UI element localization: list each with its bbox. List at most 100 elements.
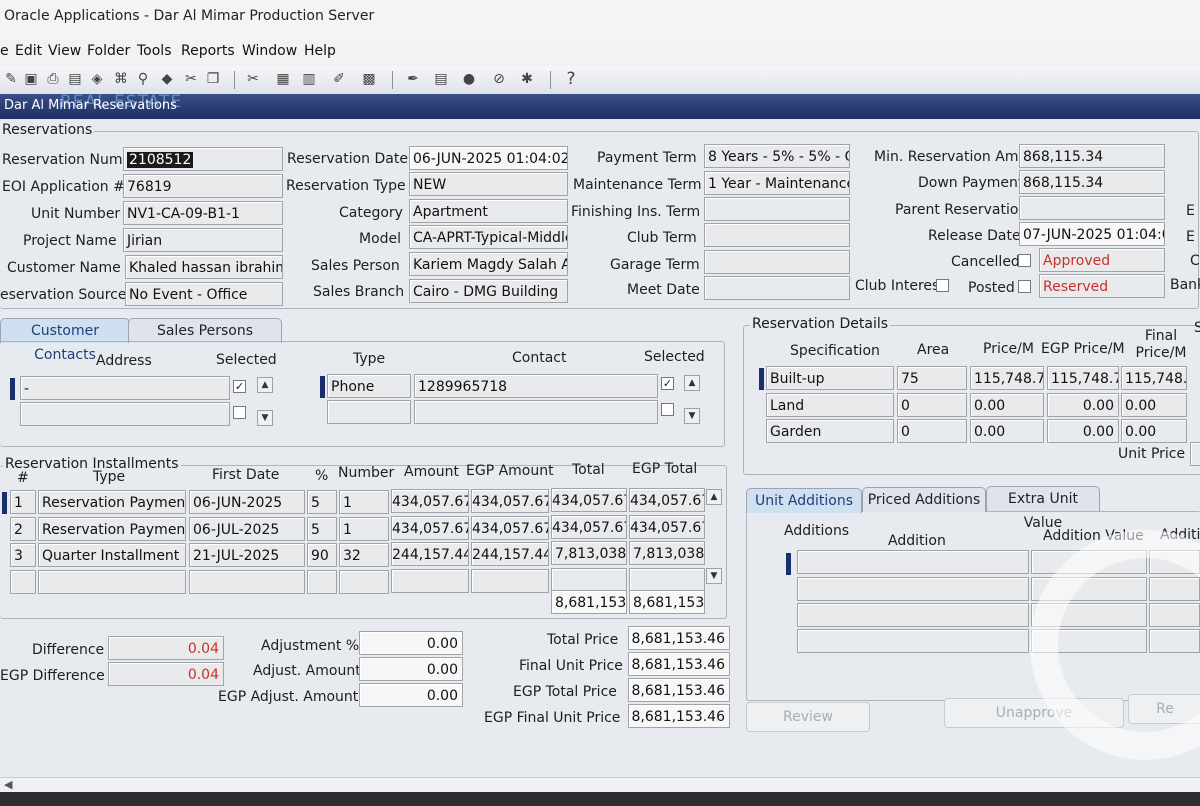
price-per-m-field[interactable]: 115,748.71 (970, 366, 1044, 390)
menu-reports[interactable]: Reports (181, 43, 235, 59)
translate-icon[interactable]: ⌘ (112, 71, 130, 88)
scroll-down-icon[interactable]: ▼ (257, 410, 273, 426)
open-icon[interactable]: ✎ (2, 71, 20, 88)
final-price-per-m-field[interactable]: 0.00 (1121, 393, 1187, 417)
pen-icon[interactable]: ✒ (404, 71, 422, 88)
specification-field[interactable]: Garden (766, 419, 894, 443)
final-price-per-m-field[interactable]: 115,748.7 (1121, 366, 1187, 390)
scroll-down-icon[interactable]: ▼ (684, 408, 700, 424)
installment-total-field[interactable]: 7,813,038.0 (551, 541, 627, 565)
installment-egp-total-field[interactable]: 434,057.67 (629, 515, 705, 539)
installment-total-field[interactable]: 434,057.67 (551, 488, 627, 512)
club-term-field[interactable] (704, 223, 850, 247)
tab-customer-contacts[interactable]: Customer Contacts (0, 318, 130, 363)
specification-field[interactable]: Built-up (766, 366, 894, 390)
menu-tools[interactable]: Tools (137, 43, 172, 59)
installment-num-field[interactable]: 2 (10, 517, 36, 541)
category-field[interactable]: Apartment (409, 199, 568, 223)
attach-icon[interactable]: ▩ (360, 71, 378, 88)
installment-egp-amount-field[interactable]: 434,057.67 (471, 489, 549, 513)
wand-icon[interactable]: ✱ (518, 71, 536, 88)
installment-amount-field[interactable]: 434,057.67 (391, 489, 469, 513)
final-price-per-m-field[interactable]: 0.00 (1121, 419, 1187, 443)
installment-amount-field[interactable]: 244,157.44 (391, 542, 469, 566)
installment-egp-amount-field[interactable]: 244,157.44 (471, 542, 549, 566)
parent-reservation-field[interactable] (1019, 196, 1165, 220)
contact-type-field[interactable] (327, 400, 411, 424)
reservation-source-field[interactable]: No Event - Office (125, 282, 283, 306)
eoi-application-field[interactable]: 76819 (123, 174, 283, 198)
installment-amount-field[interactable]: 434,057.67 (391, 516, 469, 540)
egp-price-per-m-field[interactable]: 115,748.71 (1047, 366, 1119, 390)
installment-egp-amount-field[interactable]: 434,057.67 (471, 516, 549, 540)
installment-num-field[interactable] (10, 570, 36, 594)
adjust-amount-field[interactable]: 0.00 (359, 657, 463, 681)
addition-field[interactable] (797, 577, 1029, 601)
globe-icon[interactable]: ● (460, 71, 478, 88)
installment-date-field[interactable] (189, 570, 305, 594)
new-record-icon[interactable]: ◆ (158, 71, 176, 88)
installment-number-field[interactable]: 1 (339, 517, 389, 541)
tab-priced-additions[interactable]: Priced Additions (862, 487, 986, 512)
clear-icon[interactable]: ▦ (274, 71, 292, 88)
installment-type-field[interactable] (38, 570, 186, 594)
installment-egp-total-field[interactable] (629, 568, 705, 592)
menu-window[interactable]: Window (242, 43, 297, 59)
installment-total-field[interactable]: 434,057.67 (551, 515, 627, 539)
address-selected-checkbox[interactable]: ✓ (233, 380, 246, 393)
installment-percent-field[interactable]: 5 (307, 490, 337, 514)
zoom-icon[interactable]: ◈ (88, 71, 106, 88)
menu-help[interactable]: Help (304, 43, 336, 59)
installment-date-field[interactable]: 21-JUL-2025 (189, 543, 305, 567)
contact-field[interactable]: 1289965718 (414, 374, 658, 398)
horizontal-scrollbar[interactable]: ◀ (0, 777, 1200, 793)
specification-field[interactable]: Land (766, 393, 894, 417)
help-icon[interactable]: ? (562, 71, 580, 88)
release-date-field[interactable]: 07-JUN-2025 01:04:02 / (1019, 222, 1165, 246)
save-icon[interactable]: ▣ (22, 71, 40, 88)
tab-sales-persons[interactable]: Sales Persons (128, 318, 282, 343)
find-icon[interactable]: ⚲ (134, 71, 152, 88)
area-field[interactable]: 75 (897, 366, 967, 390)
maintenance-term-field[interactable]: 1 Year - Maintenance - (704, 171, 850, 195)
installment-type-field[interactable]: Reservation Payment (38, 517, 186, 541)
contact-field[interactable] (414, 400, 658, 424)
installment-num-field[interactable]: 1 (10, 490, 36, 514)
installment-number-field[interactable]: 1 (339, 490, 389, 514)
menu-file[interactable]: e (0, 43, 9, 59)
egp-adjust-amount-field[interactable]: 0.00 (359, 683, 463, 707)
installment-number-field[interactable] (339, 570, 389, 594)
menu-view[interactable]: View (48, 43, 81, 59)
installment-number-field[interactable]: 32 (339, 543, 389, 567)
addition-field[interactable] (797, 629, 1029, 653)
addition-field[interactable] (797, 603, 1029, 627)
min-reservation-amt-field[interactable]: 868,115.34 (1019, 144, 1165, 168)
installment-egp-total-field[interactable]: 7,813,038.0 (629, 541, 705, 565)
scroll-up-icon[interactable]: ▲ (706, 489, 722, 505)
reservation-type-field[interactable]: NEW (409, 172, 568, 196)
sales-person-field[interactable]: Kariem Magdy Salah Ab (409, 252, 568, 276)
installment-type-field[interactable]: Quarter Installment (38, 543, 186, 567)
area-field[interactable]: 0 (897, 419, 967, 443)
delete-icon[interactable]: ▥ (300, 71, 318, 88)
copy-icon[interactable]: ❐ (204, 71, 222, 88)
payment-term-field[interactable]: 8 Years - 5% - 5% - Q (704, 144, 850, 168)
tab-extra-unit-value[interactable]: Extra Unit Value (986, 486, 1100, 531)
installment-date-field[interactable]: 06-JUN-2025 (189, 490, 305, 514)
paste-icon[interactable]: ✂ (244, 71, 262, 88)
address-field[interactable]: - (20, 376, 230, 400)
sales-branch-field[interactable]: Cairo - DMG Building (409, 279, 568, 303)
area-field[interactable]: 0 (897, 393, 967, 417)
installment-date-field[interactable]: 06-JUL-2025 (189, 517, 305, 541)
installment-num-field[interactable]: 3 (10, 543, 36, 567)
installment-total-field[interactable] (551, 568, 627, 592)
print-icon[interactable]: ⎙ (44, 71, 62, 88)
clip-icon[interactable]: ⊘ (490, 71, 508, 88)
customer-name-field[interactable]: Khaled hassan ibrahim (125, 255, 283, 279)
menu-folder[interactable]: Folder (87, 43, 130, 59)
scroll-left-icon[interactable]: ◀ (4, 778, 12, 791)
cancelled-checkbox[interactable] (1018, 254, 1031, 267)
edit-icon[interactable]: ✐ (330, 71, 348, 88)
contact-type-field[interactable]: Phone (327, 374, 411, 398)
price-per-m-field[interactable]: 0.00 (970, 393, 1044, 417)
